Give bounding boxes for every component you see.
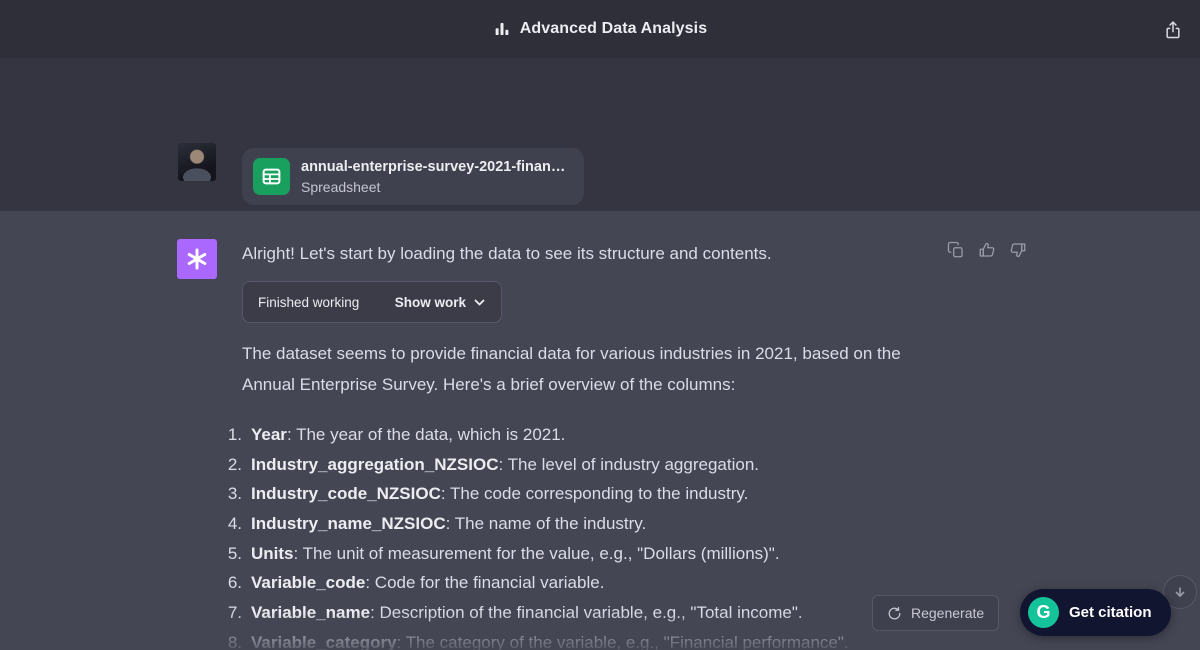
list-number: 8. bbox=[216, 633, 242, 650]
list-item: 7. Variable_name: Description of the fin… bbox=[216, 598, 849, 628]
file-attachment-card[interactable]: annual-enterprise-survey-2021-financi… S… bbox=[242, 148, 584, 205]
column-name: Variable_name bbox=[251, 603, 370, 622]
list-number: 1. bbox=[216, 425, 242, 445]
column-desc: : The level of industry aggregation. bbox=[498, 455, 759, 474]
list-number: 2. bbox=[216, 455, 242, 475]
column-desc: : The year of the data, which is 2021. bbox=[287, 425, 565, 444]
regenerate-button[interactable]: Regenerate bbox=[872, 595, 999, 631]
column-name: Variable_category bbox=[251, 633, 397, 650]
get-citation-button[interactable]: G Get citation bbox=[1020, 589, 1171, 636]
assistant-message: Alright! Let's start by loading the data… bbox=[0, 211, 1200, 650]
file-name: annual-enterprise-survey-2021-financi… bbox=[301, 159, 570, 175]
top-bar: Advanced Data Analysis bbox=[0, 0, 1200, 58]
regenerate-icon bbox=[887, 606, 902, 621]
data-analysis-icon bbox=[493, 20, 511, 38]
list-item: 1. Year: The year of the data, which is … bbox=[216, 420, 849, 450]
share-icon bbox=[1163, 20, 1183, 40]
list-item: 2. Industry_aggregation_NZSIOC: The leve… bbox=[216, 450, 849, 480]
finished-working-panel[interactable]: Finished working Show work bbox=[242, 281, 502, 323]
list-item: 6. Variable_code: Code for the financial… bbox=[216, 568, 849, 598]
column-list: 1. Year: The year of the data, which is … bbox=[216, 420, 849, 650]
list-number: 4. bbox=[216, 514, 242, 534]
status-label: Finished working bbox=[258, 295, 359, 310]
column-desc: : The unit of measurement for the value,… bbox=[294, 544, 780, 563]
message-actions bbox=[947, 241, 1027, 259]
assistant-intro-text: Alright! Let's start by loading the data… bbox=[242, 244, 772, 264]
column-name: Industry_aggregation_NZSIOC bbox=[251, 455, 498, 474]
thumbs-down-button[interactable] bbox=[1009, 241, 1027, 259]
column-name: Variable_code bbox=[251, 573, 365, 592]
column-name: Industry_code_NZSIOC bbox=[251, 484, 441, 503]
user-avatar bbox=[178, 143, 216, 181]
assistant-avatar bbox=[177, 239, 217, 279]
page-title: Advanced Data Analysis bbox=[520, 20, 707, 38]
column-desc: : The code corresponding to the industry… bbox=[441, 484, 748, 503]
thumbs-up-icon bbox=[978, 241, 996, 259]
list-number: 3. bbox=[216, 484, 242, 504]
list-item: 4. Industry_name_NZSIOC: The name of the… bbox=[216, 509, 849, 539]
file-type-label: Spreadsheet bbox=[301, 179, 570, 195]
grammarly-logo-icon: G bbox=[1028, 597, 1059, 628]
copy-icon bbox=[947, 241, 965, 259]
thumbs-down-icon bbox=[1009, 241, 1027, 259]
column-desc: : The category of the variable, e.g., "F… bbox=[397, 633, 849, 650]
spreadsheet-icon bbox=[253, 158, 290, 195]
show-work-label: Show work bbox=[395, 295, 466, 310]
chevron-down-icon bbox=[473, 296, 486, 309]
down-arrow-icon bbox=[1173, 585, 1187, 599]
column-desc: : Code for the financial variable. bbox=[365, 573, 604, 592]
overview-paragraph: The dataset seems to provide financial d… bbox=[242, 338, 914, 400]
list-number: 7. bbox=[216, 603, 242, 623]
column-desc: : Description of the financial variable,… bbox=[370, 603, 803, 622]
regenerate-label: Regenerate bbox=[911, 605, 984, 621]
copy-button[interactable] bbox=[947, 241, 965, 259]
openai-logo-icon bbox=[185, 247, 209, 271]
get-citation-label: Get citation bbox=[1069, 604, 1152, 621]
show-work-toggle[interactable]: Show work bbox=[395, 295, 486, 310]
thumbs-up-button[interactable] bbox=[978, 241, 996, 259]
file-meta: annual-enterprise-survey-2021-financi… S… bbox=[301, 159, 570, 195]
list-number: 6. bbox=[216, 573, 242, 593]
list-number: 5. bbox=[216, 544, 242, 564]
column-desc: : The name of the industry. bbox=[446, 514, 647, 533]
column-name: Units bbox=[251, 544, 294, 563]
share-button[interactable] bbox=[1160, 17, 1186, 43]
column-name: Industry_name_NZSIOC bbox=[251, 514, 446, 533]
chatgpt-window: Advanced Data Analysis a bbox=[0, 0, 1200, 650]
list-item: 8. Variable_category: The category of th… bbox=[216, 628, 849, 650]
list-item: 3. Industry_code_NZSIOC: The code corres… bbox=[216, 479, 849, 509]
column-name: Year bbox=[251, 425, 287, 444]
user-message: annual-enterprise-survey-2021-financi… S… bbox=[0, 58, 1200, 211]
list-item: 5. Units: The unit of measurement for th… bbox=[216, 539, 849, 569]
